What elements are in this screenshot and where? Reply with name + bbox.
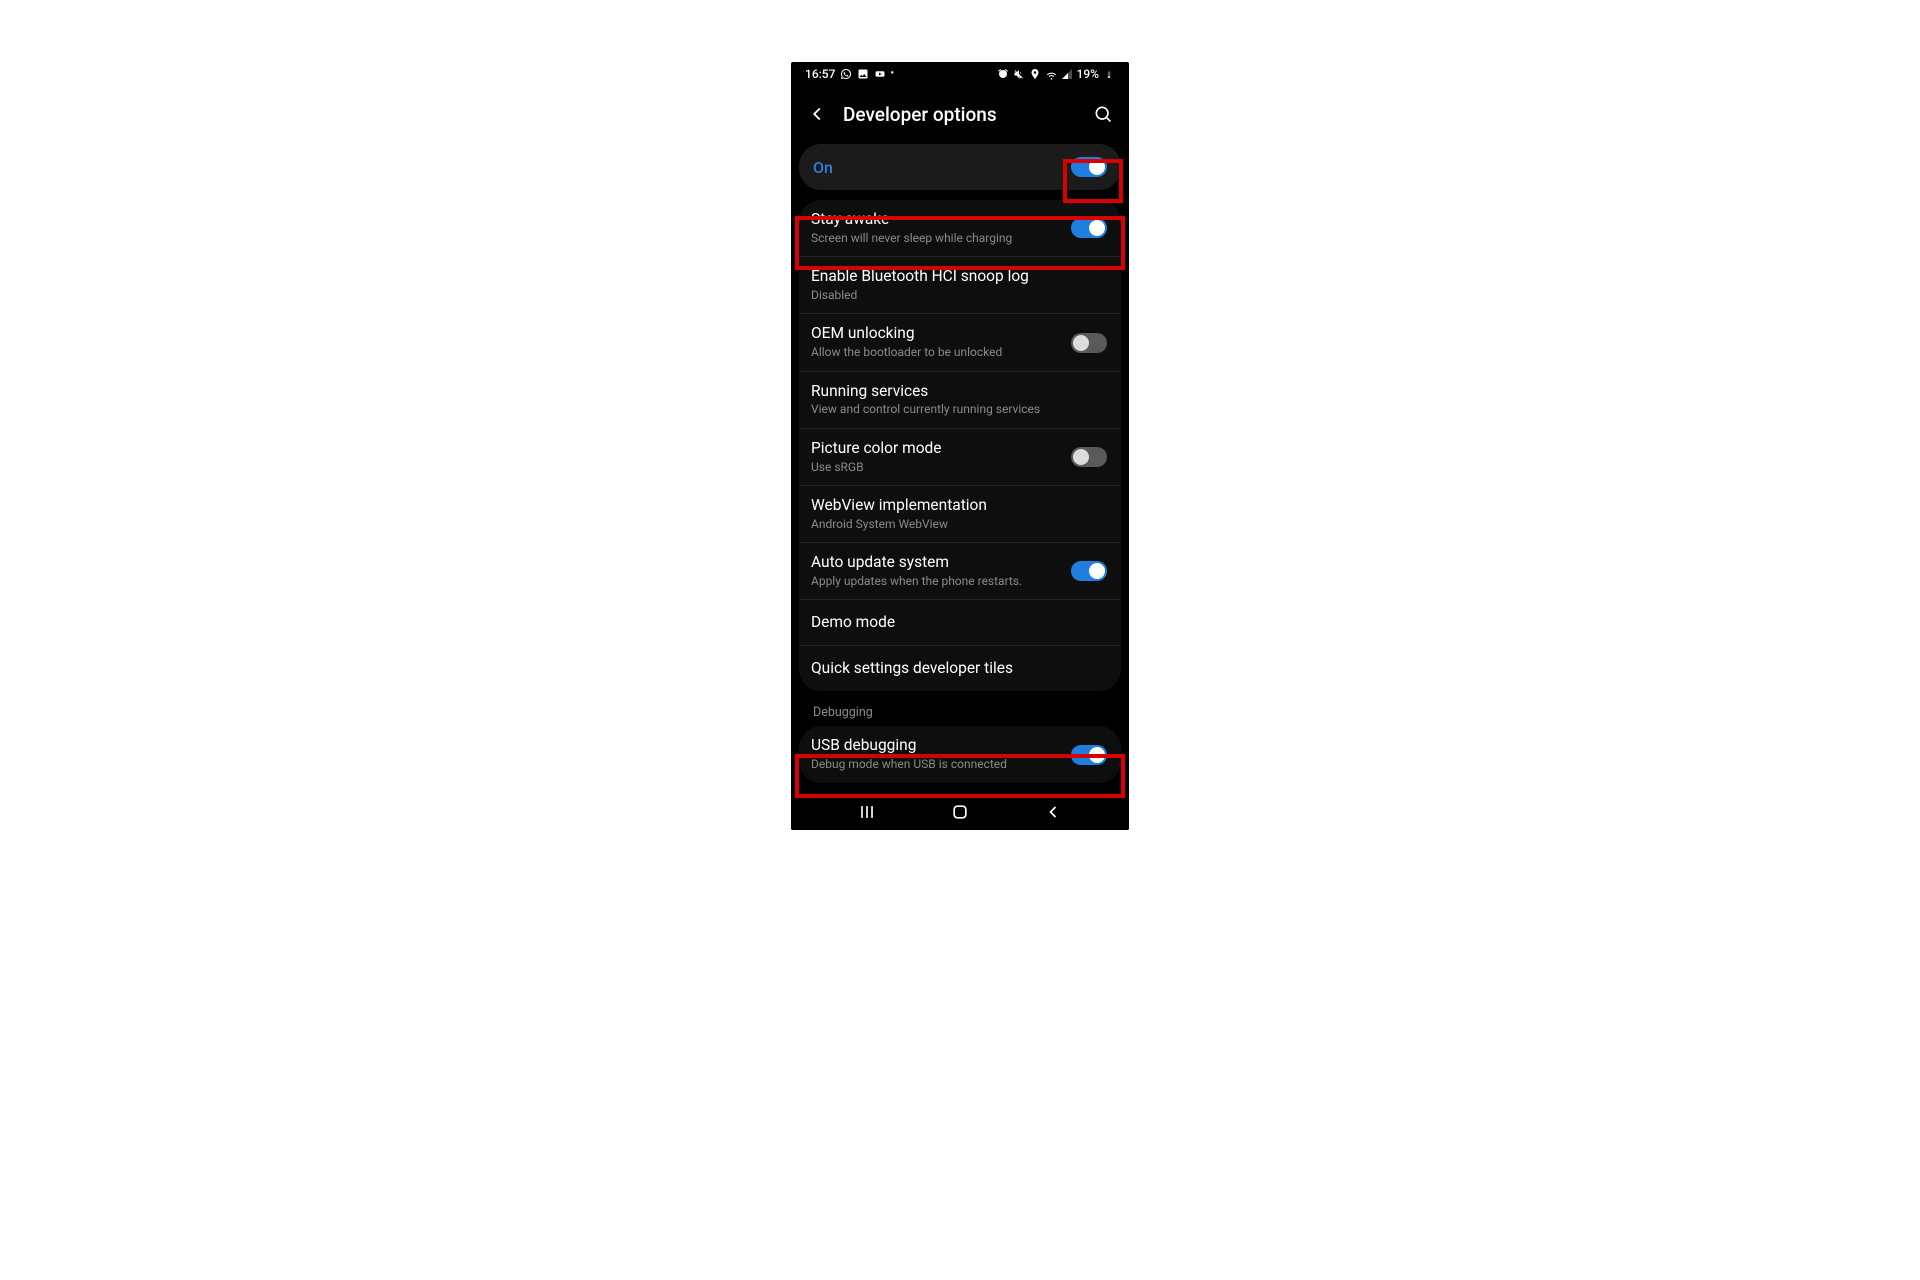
row-title: Picture color mode [811,440,942,458]
row-subtitle: Apply updates when the phone restarts. [811,574,1022,588]
row-quick-tiles[interactable]: Quick settings developer tiles [799,645,1121,691]
row-running-services[interactable]: Running services View and control curren… [799,371,1121,428]
master-toggle-label: On [813,158,833,177]
phone-frame: 16:57 • [791,62,1129,830]
settings-section-main: Stay awake Screen will never sleep while… [799,200,1121,691]
row-title: Stay awake [811,211,1012,229]
row-bt-hci[interactable]: Enable Bluetooth HCI snoop log Disabled [799,256,1121,313]
image-icon [856,68,869,81]
navigation-bar [791,794,1129,830]
status-bar: 16:57 • [791,62,1129,86]
row-title: Running services [811,383,1040,401]
row-auto-update[interactable]: Auto update system Apply updates when th… [799,542,1121,599]
row-title: OEM unlocking [811,325,1002,343]
row-subtitle: Allow the bootloader to be unlocked [811,345,1002,359]
row-title: USB debugging [811,737,1007,755]
row-subtitle: Disabled [811,288,1029,302]
toggle-usb-debugging[interactable] [1071,745,1107,765]
row-webview[interactable]: WebView implementation Android System We… [799,485,1121,542]
wifi-icon [1045,68,1058,81]
row-stay-awake[interactable]: Stay awake Screen will never sleep while… [799,200,1121,256]
location-icon [1029,68,1042,81]
app-header: Developer options [791,86,1129,142]
row-subtitle: Use sRGB [811,460,942,474]
status-time: 16:57 [805,67,835,81]
search-button[interactable] [1091,102,1115,126]
recents-button[interactable] [856,801,878,823]
settings-section-debugging: USB debugging Debug mode when USB is con… [799,726,1121,782]
master-toggle[interactable] [1071,157,1107,177]
section-header-debugging: Debugging [791,691,1129,726]
mute-icon [1013,68,1026,81]
row-subtitle: Android System WebView [811,517,987,531]
toggle-auto-update[interactable] [1071,561,1107,581]
toggle-oem-unlock[interactable] [1071,333,1107,353]
alarm-icon [997,68,1010,81]
row-oem-unlock[interactable]: OEM unlocking Allow the bootloader to be… [799,313,1121,370]
home-button[interactable] [949,801,971,823]
row-usb-debugging[interactable]: USB debugging Debug mode when USB is con… [799,726,1121,782]
row-title: Enable Bluetooth HCI snoop log [811,268,1029,286]
row-subtitle: Screen will never sleep while charging [811,231,1012,245]
row-title: Quick settings developer tiles [811,660,1013,678]
back-button[interactable] [805,102,829,126]
row-title: Auto update system [811,554,1022,572]
row-title: Demo mode [811,614,895,632]
whatsapp-icon [839,68,852,81]
row-subtitle: Debug mode when USB is connected [811,757,1007,771]
page-title: Developer options [843,103,1077,126]
battery-icon [1102,68,1115,81]
row-picture-color-mode[interactable]: Picture color mode Use sRGB [799,428,1121,485]
status-bar-left: 16:57 • [805,67,894,81]
toggle-stay-awake[interactable] [1071,218,1107,238]
signal-icon [1061,68,1074,81]
row-title: WebView implementation [811,497,987,515]
status-more-dot: • [890,69,894,79]
nav-back-button[interactable] [1042,801,1064,823]
master-toggle-row[interactable]: On [799,144,1121,190]
battery-percent: 19% [1077,67,1099,81]
row-subtitle: View and control currently running servi… [811,402,1040,416]
settings-scroll[interactable]: On Stay awake Screen will never sleep wh… [791,142,1129,790]
youtube-icon [873,68,886,81]
status-bar-right: 19% [997,67,1115,81]
toggle-picture-color-mode[interactable] [1071,447,1107,467]
row-demo-mode[interactable]: Demo mode [799,599,1121,645]
